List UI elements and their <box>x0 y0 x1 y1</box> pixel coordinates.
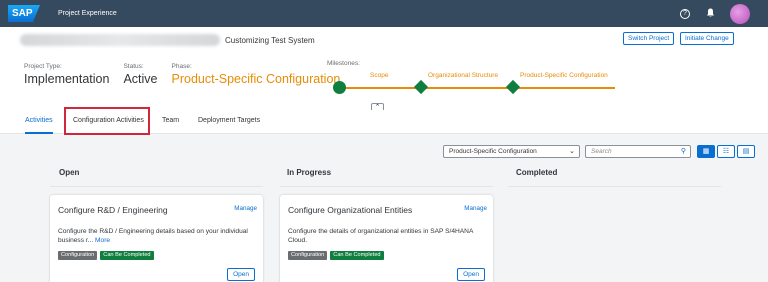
open-button[interactable]: Open <box>457 268 485 281</box>
help-icon[interactable]: ? <box>680 9 690 19</box>
card-title: Configure R&D / Engineering <box>58 205 168 215</box>
activity-card[interactable]: Configure Organizational Entities Manage… <box>280 195 493 282</box>
tab-deployment-targets[interactable]: Deployment Targets <box>198 110 260 134</box>
object-header: Customizing Test System Switch Project I… <box>0 27 768 115</box>
grid-view-button[interactable]: ▦ <box>697 145 715 158</box>
milestone-diamond <box>505 79 521 95</box>
column-in-progress-title: In Progress <box>287 168 332 177</box>
status-value: Active <box>123 72 158 86</box>
list-view-button[interactable]: ☷ <box>717 145 735 158</box>
app-title: Project Experience <box>58 10 117 17</box>
milestone-scope: Scope <box>370 72 389 79</box>
column-open-title: Open <box>59 168 80 177</box>
search-placeholder: Search <box>591 148 612 155</box>
milestone-connector <box>425 87 510 89</box>
chevron-down-icon: ⌄ <box>569 148 575 155</box>
tab-activities[interactable]: Activities <box>25 110 53 134</box>
milestone-product-config: Product-Specific Configuration <box>520 72 608 79</box>
project-type-label: Project Type: <box>24 63 62 70</box>
can-be-completed-badge: Can Be Completed <box>330 251 384 260</box>
configuration-badge: Configuration <box>288 251 328 260</box>
phase-value: Product-Specific Configuration <box>171 72 341 86</box>
milestone-diamond <box>413 79 429 95</box>
card-title: Configure Organizational Entities <box>288 205 413 215</box>
avatar[interactable] <box>730 4 750 24</box>
project-type-value: Implementation <box>24 72 110 86</box>
column-divider <box>280 186 493 187</box>
manage-link[interactable]: Manage <box>464 205 487 212</box>
card-description-text: Configure the R&D / Engineering details … <box>58 228 248 244</box>
project-type-field: Project Type: Implementation <box>24 63 109 86</box>
switch-project-button[interactable]: Switch Project <box>623 32 675 45</box>
initiate-change-button[interactable]: Initiate Change <box>680 32 734 45</box>
milestones-label: Milestones: <box>327 60 360 67</box>
sap-logo[interactable]: SAP <box>8 5 40 22</box>
bell-icon[interactable] <box>704 8 716 20</box>
milestone-start-circle <box>333 81 346 94</box>
phase-select[interactable]: Product-Specific Configuration ⌄ <box>443 145 580 158</box>
shell-actions: ? <box>680 4 750 24</box>
card-description-text: Configure the details of organizational … <box>288 228 473 244</box>
phase-field: Phase: Product-Specific Configuration <box>172 63 341 86</box>
open-button[interactable]: Open <box>227 268 255 281</box>
manage-link[interactable]: Manage <box>234 205 257 212</box>
configuration-badge: Configuration <box>58 251 98 260</box>
phase-label: Phase: <box>171 63 192 70</box>
search-icon[interactable]: ⚲ <box>681 146 686 157</box>
shell-bar: SAP Project Experience ? <box>0 0 768 27</box>
card-badges: Configuration Can Be Completed <box>58 251 154 260</box>
milestone-connector <box>518 87 615 89</box>
status-field: Status: Active <box>123 63 157 86</box>
project-name-blurred <box>20 34 220 46</box>
column-divider <box>50 186 263 187</box>
can-be-completed-badge: Can Be Completed <box>100 251 154 260</box>
highlight-box <box>64 107 150 135</box>
card-description: Configure the R&D / Engineering details … <box>58 227 253 245</box>
column-completed-title: Completed <box>516 168 558 177</box>
card-description: Configure the details of organizational … <box>288 227 483 245</box>
tab-team[interactable]: Team <box>162 110 179 134</box>
system-row: Customizing Test System <box>20 34 315 46</box>
activity-card[interactable]: Configure R&D / Engineering Manage Confi… <box>50 195 263 282</box>
milestone-connector <box>345 87 417 89</box>
card-badges: Configuration Can Be Completed <box>288 251 384 260</box>
table-view-button[interactable]: ▤ <box>737 145 755 158</box>
search-input[interactable]: Search ⚲ <box>585 145 691 158</box>
more-link[interactable]: More <box>95 237 110 244</box>
phase-select-value: Product-Specific Configuration <box>449 148 537 155</box>
column-divider <box>508 186 721 187</box>
status-label: Status: <box>123 63 144 70</box>
header-fields: Project Type: Implementation Status: Act… <box>24 63 340 86</box>
system-name: Customizing Test System <box>225 35 315 45</box>
milestone-org-structure: Organizational Structure <box>428 72 499 79</box>
